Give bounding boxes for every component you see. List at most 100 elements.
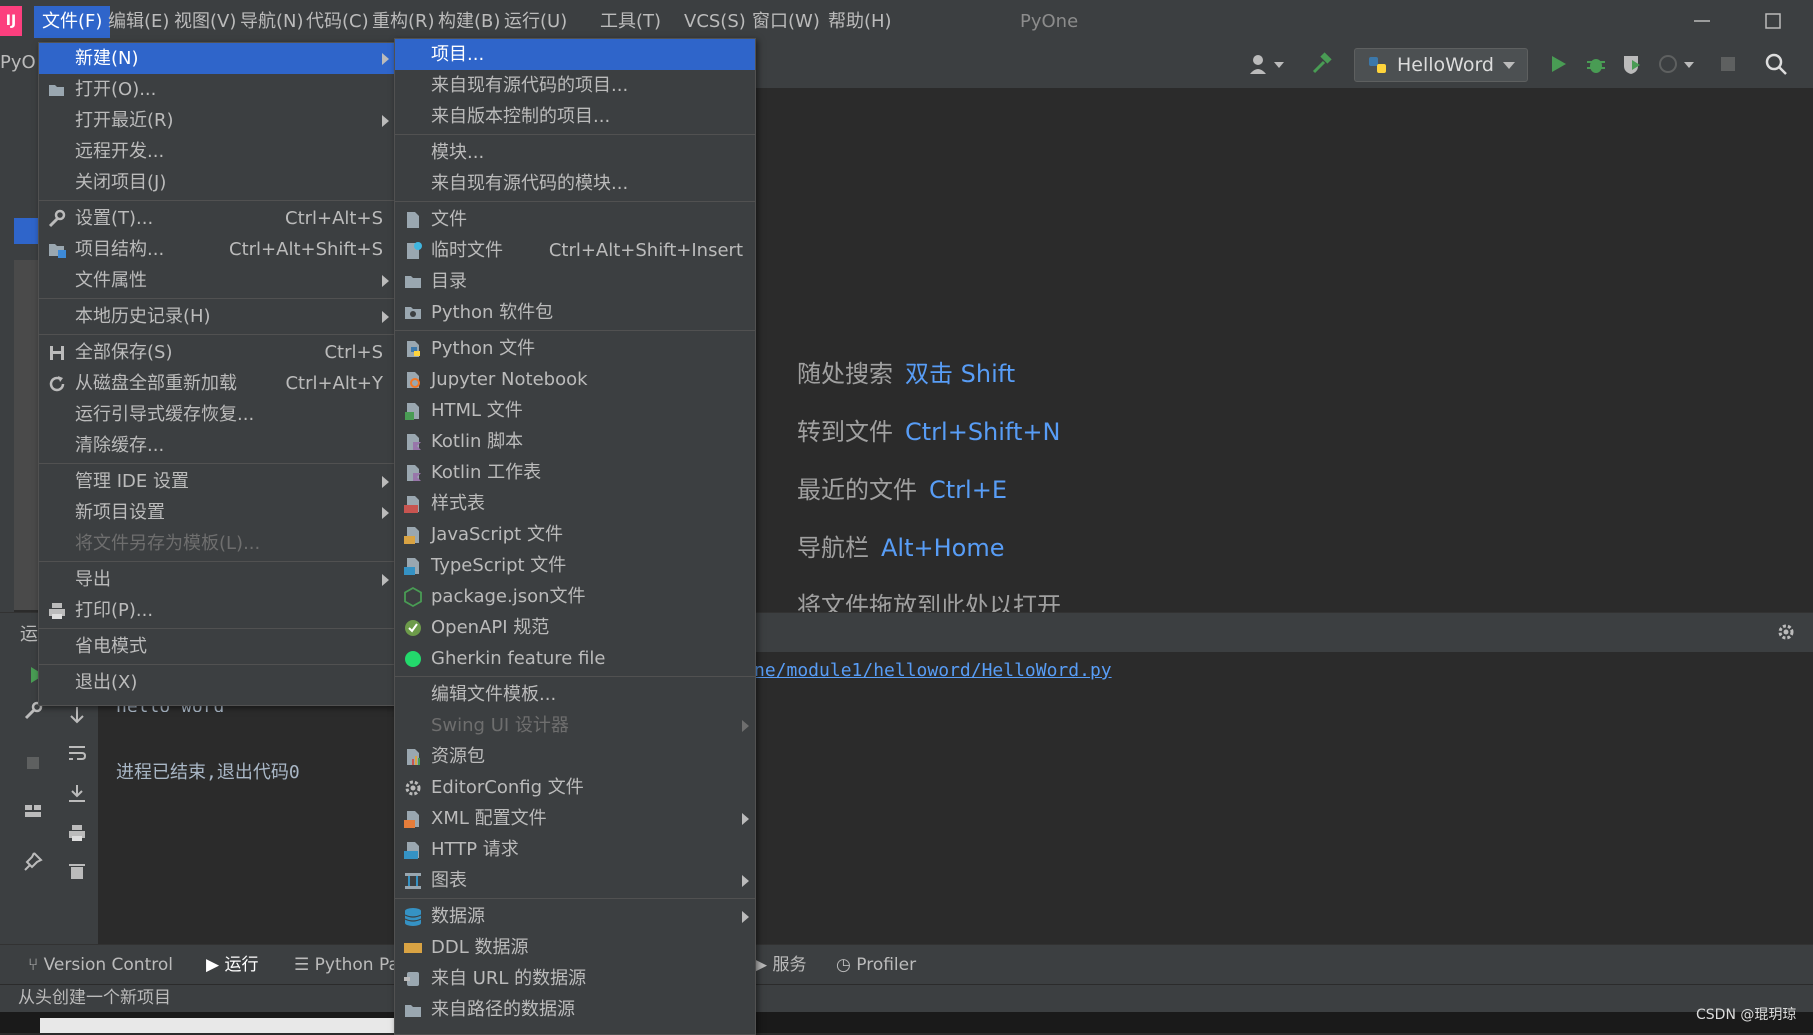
menu-window[interactable]: 窗口(W) — [744, 6, 828, 38]
stop-icon[interactable] — [1716, 52, 1740, 76]
maximize-icon[interactable] — [1760, 8, 1786, 34]
new-http-request[interactable]: HTTP 请求 — [395, 834, 755, 865]
gear-icon[interactable] — [1776, 622, 1796, 642]
file-menu-cache-recovery[interactable]: 运行引导式缓存恢复... — [39, 399, 395, 430]
menu-separator — [39, 628, 395, 629]
new-openapi-spec[interactable]: OpenAPI 规范 — [395, 612, 755, 643]
new-gherkin-feature[interactable]: Gherkin feature file — [395, 643, 755, 674]
scroll-to-end-icon[interactable] — [66, 782, 88, 804]
new-stylesheet[interactable]: 样式表 — [395, 488, 755, 519]
new-kotlin-worksheet[interactable]: Kotlin 工作表 — [395, 457, 755, 488]
tab-profiler[interactable]: ◷ Profiler — [836, 952, 916, 978]
new-data-source-from-url[interactable]: 来自 URL 的数据源 — [395, 963, 755, 994]
file-menu-new-project-settings[interactable]: 新项目设置 — [39, 497, 395, 528]
new-python-file[interactable]: Python 文件 — [395, 333, 755, 364]
soft-wrap-icon[interactable] — [66, 742, 88, 764]
chevron-right-icon — [382, 115, 389, 127]
new-project-from-sources[interactable]: 来自现有源代码的项目... — [395, 70, 755, 101]
console-file-link[interactable]: ne/module1/helloword/HelloWord.py — [754, 660, 1112, 681]
console-exit-message: 进程已结束,退出代码0 — [116, 762, 300, 783]
new-javascript-file[interactable]: JavaScript 文件 — [395, 519, 755, 550]
file-menu-remote-dev[interactable]: 远程开发... — [39, 136, 395, 167]
menu-separator — [395, 330, 755, 331]
new-xml-config-file[interactable]: XML 配置文件 — [395, 803, 755, 834]
new-package-json[interactable]: package.json文件 — [395, 581, 755, 612]
hint-recent-files: 最近的文件 Ctrl+E — [797, 476, 1007, 504]
window-title: PyOne — [1020, 11, 1079, 32]
file-menu-save-all[interactable]: 全部保存(S) Ctrl+S — [39, 337, 395, 368]
hint-navigation-bar: 导航栏 Alt+Home — [797, 534, 1005, 562]
new-html-file[interactable]: HTML 文件 — [395, 395, 755, 426]
new-project[interactable]: 项目... — [395, 39, 755, 70]
menu-help[interactable]: 帮助(H) — [820, 6, 900, 38]
new-diagram[interactable]: 图表 — [395, 865, 755, 896]
debug-icon[interactable] — [1584, 52, 1608, 76]
file-menu-local-history[interactable]: 本地历史记录(H) — [39, 301, 395, 332]
file-menu-exit[interactable]: 退出(X) — [39, 667, 395, 698]
coverage-icon[interactable] — [1620, 52, 1644, 76]
file-menu-manage-ide-settings[interactable]: 管理 IDE 设置 — [39, 466, 395, 497]
tab-run[interactable]: ▶ 运行 — [206, 952, 258, 978]
layout-icon[interactable] — [22, 800, 44, 822]
menu-vcs[interactable]: VCS(S) — [676, 6, 754, 38]
file-menu-close-project[interactable]: 关闭项目(J) — [39, 167, 395, 198]
user-icon[interactable] — [1248, 52, 1288, 76]
new-python-package[interactable]: Python 软件包 — [395, 297, 755, 328]
search-icon[interactable] — [1764, 52, 1788, 76]
new-ddl-data-source[interactable]: DDL 数据源 — [395, 932, 755, 963]
file-menu-print[interactable]: 打印(P)... — [39, 595, 395, 626]
file-menu-file-properties[interactable]: 文件属性 — [39, 265, 395, 296]
new-editorconfig-file[interactable]: EditorConfig 文件 — [395, 772, 755, 803]
new-jupyter-notebook[interactable]: Jupyter Notebook — [395, 364, 755, 395]
api-icon — [404, 842, 419, 859]
new-kotlin-script[interactable]: Kotlin 脚本 — [395, 426, 755, 457]
pin-icon[interactable] — [22, 850, 44, 872]
profile-icon[interactable] — [1658, 52, 1698, 76]
menu-file[interactable]: 文件(F) — [34, 6, 111, 38]
python-file-icon — [407, 341, 420, 357]
taskbar-search-box[interactable] — [40, 1018, 394, 1033]
new-project-from-vcs[interactable]: 来自版本控制的项目... — [395, 101, 755, 132]
file-menu-power-save[interactable]: 省电模式 — [39, 631, 395, 662]
stop-icon[interactable] — [22, 752, 44, 774]
status-bar — [0, 984, 1813, 1013]
build-hammer-icon[interactable] — [1310, 52, 1334, 76]
new-scratch-file[interactable]: 临时文件 Ctrl+Alt+Shift+Insert — [395, 235, 755, 266]
file-menu-settings[interactable]: 设置(T)... Ctrl+Alt+S — [39, 203, 395, 234]
new-module-from-sources[interactable]: 来自现有源代码的模块... — [395, 168, 755, 199]
run-configuration-dropdown[interactable]: HelloWord — [1354, 48, 1528, 82]
menu-run[interactable]: 运行(U) — [496, 6, 575, 38]
menu-tools[interactable]: 工具(T) — [592, 6, 669, 38]
project-panel-label: PyO — [0, 52, 36, 73]
new-directory[interactable]: 目录 — [395, 266, 755, 297]
file-menu-new[interactable]: 新建(N) — [39, 43, 395, 74]
new-resource-bundle[interactable]: 资源包 — [395, 741, 755, 772]
print-icon[interactable] — [66, 822, 88, 844]
file-menu-reload-all[interactable]: 从磁盘全部重新加载 Ctrl+Alt+Y — [39, 368, 395, 399]
tab-version-control[interactable]: ⑂ Version Control — [28, 952, 173, 978]
python-package-icon — [405, 307, 421, 319]
new-data-source[interactable]: 数据源 — [395, 901, 755, 932]
minimize-icon[interactable] — [1692, 8, 1712, 34]
panel-scrollbar[interactable] — [14, 260, 40, 610]
file-menu-invalidate-caches[interactable]: 清除缓存... — [39, 430, 395, 461]
run-icon[interactable] — [1546, 52, 1570, 76]
new-edit-file-templates[interactable]: 编辑文件模板... — [395, 679, 755, 710]
python-icon — [1369, 57, 1386, 73]
file-menu-project-structure[interactable]: 项目结构... Ctrl+Alt+Shift+S — [39, 234, 395, 265]
new-module[interactable]: 模块... — [395, 137, 755, 168]
openapi-icon — [405, 620, 421, 636]
file-menu: 新建(N) 打开(O)... 打开最近(R) 远程开发... 关闭项目(J) 设… — [38, 42, 396, 706]
file-menu-open-recent[interactable]: 打开最近(R) — [39, 105, 395, 136]
new-typescript-file[interactable]: TypeScript 文件 — [395, 550, 755, 581]
gear-icon — [405, 780, 421, 796]
tab-python-packages[interactable]: ☰ Python Pa — [294, 952, 394, 978]
arrow-down-icon[interactable] — [66, 704, 88, 726]
file-menu-open[interactable]: 打开(O)... — [39, 74, 395, 105]
file-menu-export[interactable]: 导出 — [39, 564, 395, 595]
project-selection[interactable] — [14, 218, 38, 244]
new-file[interactable]: 文件 — [395, 204, 755, 235]
trash-icon[interactable] — [66, 860, 88, 882]
new-data-source-from-path[interactable]: 来自路径的数据源 — [395, 994, 755, 1025]
tab-services[interactable]: ▶ 服务 — [754, 952, 806, 978]
